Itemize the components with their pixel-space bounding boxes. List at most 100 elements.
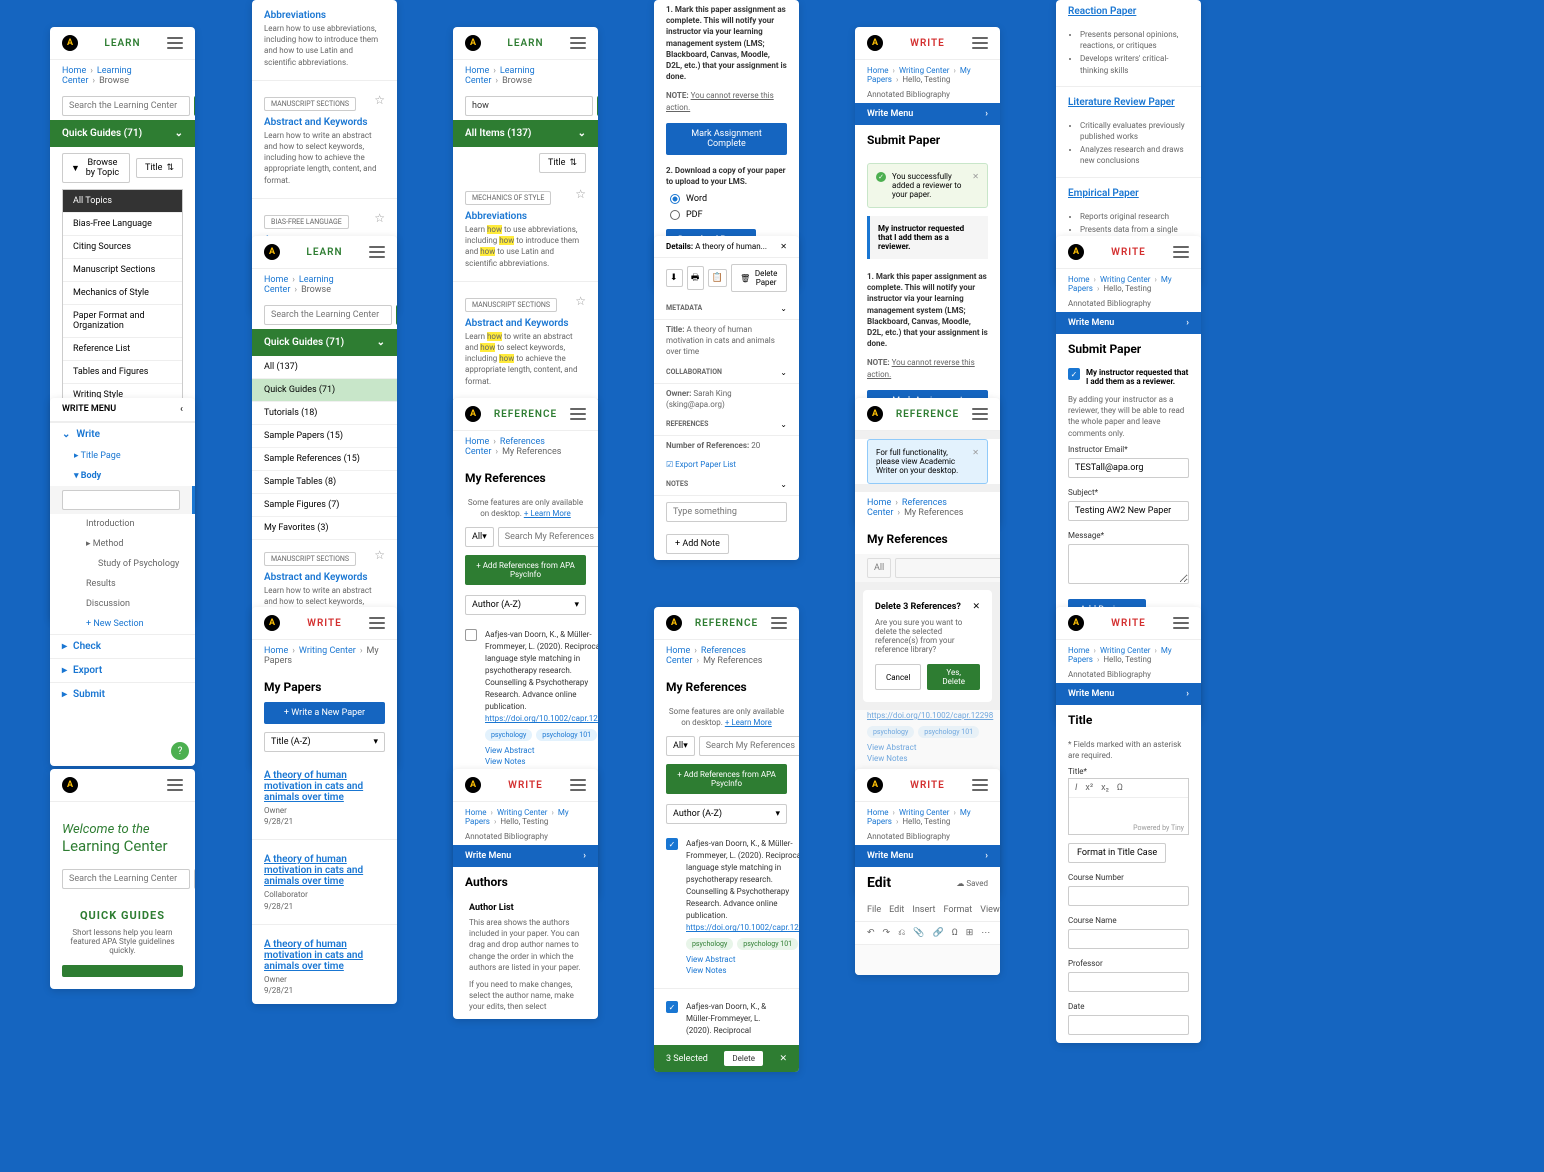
search-button[interactable]: 🔍 <box>194 96 195 116</box>
tree-body[interactable]: ▾ Body <box>50 466 195 486</box>
topic-item[interactable]: Paper Format and Organization <box>63 305 182 338</box>
quick-guides-bar[interactable]: Quick Guides (71)⌄ <box>50 120 195 147</box>
collapse-icon[interactable]: ‹ <box>180 404 183 415</box>
topic-item[interactable]: Citing Sources <box>63 236 182 259</box>
search-button[interactable]: 🔍 <box>597 96 598 116</box>
tool-icon[interactable]: 📎 <box>913 928 924 938</box>
reference-item: ✓Aafjes-van Doorn, K., & Müller-Frommeye… <box>654 830 799 984</box>
selection-bar: 3 SelectedDelete✕ <box>654 1045 799 1072</box>
subject-input[interactable] <box>1068 501 1189 521</box>
write-menu-bar[interactable]: Write Menu› <box>453 845 598 867</box>
submit-section[interactable]: ▸Submit <box>50 682 195 706</box>
help-icon[interactable]: ? <box>171 742 189 760</box>
success-alert: ✓You successfully added a reviewer to yo… <box>867 163 988 208</box>
chevron-icon[interactable]: ⌄ <box>780 304 787 313</box>
paper-item: A theory of human motivation in cats and… <box>252 760 397 835</box>
star-icon[interactable]: ☆ <box>575 187 586 201</box>
star-icon[interactable]: ☆ <box>374 93 385 107</box>
browse-topic-button[interactable]: ▼Browse by Topic <box>62 153 130 183</box>
topic-item[interactable]: Bias-Free Language <box>63 213 182 236</box>
write-section[interactable]: ⌄Write <box>50 422 195 446</box>
tree-new-section[interactable]: + New Section <box>50 614 195 634</box>
star-icon[interactable]: ☆ <box>575 294 586 308</box>
close-icon[interactable]: ✕ <box>779 1054 787 1064</box>
write-edit-card: AWRITE Home›Writing Center›My Papers›Hel… <box>855 769 1000 975</box>
tree-intro[interactable]: Introduction <box>50 514 195 534</box>
close-icon[interactable]: ✕ <box>780 242 787 251</box>
cat-item[interactable]: Sample Papers (15) <box>252 425 397 448</box>
app-title: LEARN <box>104 38 140 49</box>
paper-item: A theory of human motivation in cats and… <box>252 844 397 919</box>
title-form-card: AWRITE Home›Writing Center›My Papers›Hel… <box>1056 607 1201 1043</box>
email-input[interactable] <box>1068 458 1189 478</box>
tool-icon[interactable]: ⎌ <box>898 928 905 938</box>
title-sort[interactable]: Title ⇅ <box>539 153 586 173</box>
search-input[interactable] <box>465 96 593 116</box>
star-icon[interactable]: ☆ <box>374 211 385 225</box>
references-select-card: AREFERENCE Home›References Center›My Ref… <box>654 607 799 1072</box>
checkbox[interactable] <box>465 629 477 641</box>
topic-item[interactable]: Mechanics of Style <box>63 282 182 305</box>
menu-icon[interactable] <box>570 37 586 49</box>
topic-item[interactable]: Reference List <box>63 338 182 361</box>
view-guides-button[interactable] <box>62 965 183 977</box>
close-icon[interactable]: ✕ <box>972 602 980 618</box>
toolbar: ↶ ↷ ⎌ 📎 🔗 Ω ⊞ ⋯ <box>855 922 1000 945</box>
cancel-button[interactable]: Cancel <box>875 664 921 690</box>
topic-dropdown: All Topics Bias-Free Language Citing Sou… <box>62 189 183 408</box>
delete-modal: Delete 3 References?✕Are you sure you wa… <box>863 590 992 702</box>
sort-select[interactable]: Title (A-Z)▾ <box>264 732 385 752</box>
topic-item[interactable]: Tables and Figures <box>63 361 182 384</box>
tool-icon[interactable]: ⊞ <box>966 928 974 938</box>
download-icon[interactable]: ⬇ <box>666 269 683 287</box>
logo-icon: A <box>264 244 280 260</box>
my-papers-card: AWRITE Home›Writing Center›My Papers My … <box>252 607 397 1004</box>
menu-icon[interactable] <box>167 37 183 49</box>
cat-item[interactable]: Sample Tables (8) <box>252 471 397 494</box>
print-icon[interactable]: 🖶 <box>687 266 704 290</box>
cat-item[interactable]: All (137) <box>252 356 397 379</box>
topic-item[interactable]: Manuscript Sections <box>63 259 182 282</box>
cat-item[interactable]: My Favorites (3) <box>252 517 397 540</box>
mark-complete-button[interactable]: Mark Assignment Complete <box>666 123 787 155</box>
add-refs-button[interactable]: + Add References from APA PsycInfo <box>465 555 586 585</box>
tree-title-page[interactable]: ▸ Title Page <box>50 446 195 466</box>
tree-results[interactable]: Results <box>50 574 195 594</box>
write-menu-tree: WRITE MENU‹ ⌄Write ▸ Title Page ▾ Body I… <box>50 398 195 766</box>
tree-method[interactable]: ▸ Method <box>50 534 195 554</box>
undo-icon[interactable]: ↶ <box>867 928 875 938</box>
cat-item[interactable]: Sample Figures (7) <box>252 494 397 517</box>
copy-icon[interactable]: 📋 <box>708 269 727 287</box>
all-items-bar[interactable]: All Items (137)⌄ <box>453 120 598 147</box>
title-sort[interactable]: Title ⇅ <box>136 158 183 178</box>
tool-icon[interactable]: 🔗 <box>933 928 944 938</box>
message-input[interactable] <box>1068 544 1189 584</box>
details-panel: Details: A theory of human...✕ ⬇🖶📋🗑 Dele… <box>654 236 799 560</box>
tree-sop[interactable]: Study of Psychology <box>50 554 195 574</box>
close-icon[interactable]: ✕ <box>972 172 979 181</box>
cat-item[interactable]: Quick Guides (71) <box>252 379 397 402</box>
export-section[interactable]: ▸Export <box>50 658 195 682</box>
delete-button[interactable]: Delete <box>724 1051 763 1066</box>
format-title-case-button[interactable]: Format in Title Case <box>1068 843 1166 863</box>
tree-disc[interactable]: Discussion <box>50 594 195 614</box>
menu-icon[interactable] <box>369 246 385 258</box>
write-new-button[interactable]: + Write a New Paper <box>264 702 385 724</box>
cat-item[interactable]: Tutorials (18) <box>252 402 397 425</box>
write-authors-card: AWRITE Home›Writing Center›My Papers›Hel… <box>453 769 598 1019</box>
breadcrumb: Home›Learning Center›Browse <box>453 60 598 92</box>
radio-pdf <box>670 210 680 220</box>
more-icon[interactable]: ⋯ <box>981 928 990 938</box>
confirm-delete-button[interactable]: Yes, Delete <box>927 664 980 690</box>
reference-item: ✓Aafjes-van Doorn, K., & Müller-Frommeye… <box>654 993 799 1045</box>
check-section[interactable]: ▸Check <box>50 634 195 658</box>
breadcrumb: Home›Learning Center›Browse <box>50 60 195 92</box>
topic-item[interactable]: All Topics <box>63 190 182 213</box>
cat-item[interactable]: Sample References (15) <box>252 448 397 471</box>
delete-paper-button[interactable]: 🗑 Delete Paper <box>731 264 787 292</box>
tool-icon[interactable]: Ω <box>952 928 958 938</box>
search-input[interactable] <box>62 96 190 116</box>
add-note-button[interactable]: + Add Note <box>666 534 729 554</box>
redo-icon[interactable]: ↷ <box>883 928 891 938</box>
logo-icon: A <box>62 35 78 51</box>
